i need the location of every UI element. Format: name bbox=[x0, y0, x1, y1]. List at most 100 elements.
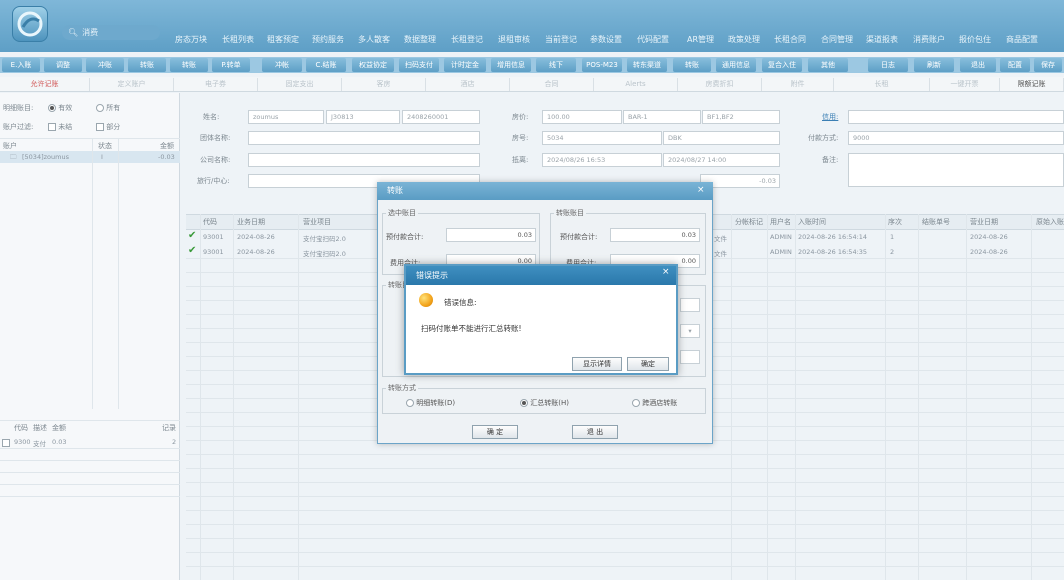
row-code: 93001 bbox=[203, 233, 224, 241]
close-icon[interactable]: × bbox=[697, 185, 705, 195]
pay-field[interactable]: 9000 bbox=[848, 131, 1064, 145]
tab-long-stay[interactable]: 长租 bbox=[834, 78, 930, 91]
toolbar-button[interactable]: 复合入住 bbox=[762, 58, 802, 72]
menu-item[interactable]: 商品配置 bbox=[1006, 34, 1038, 45]
toolbar-button[interactable]: E.入账 bbox=[2, 58, 40, 72]
toolbar-button[interactable]: 保存 bbox=[1034, 58, 1062, 72]
toolbar-button[interactable]: 转东渠道 bbox=[627, 58, 667, 72]
menu-item[interactable]: 政策处理 bbox=[728, 34, 760, 45]
id-field[interactable]: J30813 bbox=[326, 110, 400, 124]
menu-item[interactable]: 多人散客 bbox=[358, 34, 390, 45]
mode-summary-radio[interactable]: 汇总转账(H) bbox=[520, 398, 569, 408]
row-user: ADMIN bbox=[770, 248, 792, 256]
bottom-row-checkbox[interactable] bbox=[2, 438, 10, 447]
target-dropdown[interactable]: ▾ bbox=[680, 324, 700, 338]
show-details-button[interactable]: 显示详情 bbox=[572, 357, 622, 371]
toolbar-button[interactable]: 配置 bbox=[1000, 58, 1030, 72]
toolbar-button[interactable]: C.结账 bbox=[306, 58, 346, 72]
room-field[interactable]: 5034 bbox=[542, 131, 662, 145]
menu-item[interactable]: 当前登记 bbox=[545, 34, 577, 45]
tab-room[interactable]: 客房 bbox=[342, 78, 426, 91]
menu-item[interactable]: 租客预定 bbox=[267, 34, 299, 45]
target-field-1[interactable] bbox=[680, 298, 700, 312]
menu-item[interactable]: 渠道报表 bbox=[866, 34, 898, 45]
close-icon[interactable]: × bbox=[662, 267, 670, 277]
toolbar-button[interactable]: 退出 bbox=[960, 58, 996, 72]
tab-rate-discount[interactable]: 房费折扣 bbox=[678, 78, 762, 91]
toolbar-button[interactable]: 冲账 bbox=[86, 58, 124, 72]
menu-item[interactable]: 长租列表 bbox=[222, 34, 254, 45]
target-prepay-field[interactable]: 0.03 bbox=[610, 228, 700, 242]
col-business-date: 业务日期 bbox=[237, 218, 265, 226]
tab-alerts[interactable]: Alerts bbox=[594, 78, 678, 91]
menu-item[interactable]: 代码配置 bbox=[637, 34, 669, 45]
menu-item[interactable]: AR管理 bbox=[687, 34, 714, 45]
menu-item[interactable]: 长租合同 bbox=[774, 34, 806, 45]
search-input[interactable]: 🔍︎ 消费 bbox=[62, 25, 160, 40]
toolbar-button[interactable]: POS-M23 bbox=[582, 58, 622, 72]
toolbar-button[interactable]: 转账 bbox=[673, 58, 711, 72]
row-time: 2024-08-26 16:54:14 bbox=[798, 233, 868, 241]
tab-ecoupon[interactable]: 电子券 bbox=[174, 78, 258, 91]
group-field[interactable] bbox=[248, 131, 480, 145]
menu-item[interactable]: 房态万块 bbox=[175, 34, 207, 45]
toolbar-button[interactable]: 扫码支付 bbox=[399, 58, 439, 72]
name-field[interactable]: zoumus bbox=[248, 110, 324, 124]
partial-checkbox[interactable]: 部分 bbox=[96, 122, 120, 132]
filter-all-radio[interactable]: 所有 bbox=[96, 103, 120, 113]
menu-item[interactable]: 消费账户 bbox=[913, 34, 945, 45]
menu-item[interactable]: 预约服务 bbox=[312, 34, 344, 45]
credit-field[interactable] bbox=[848, 110, 1064, 124]
rate-code-field[interactable]: BAR-1 bbox=[623, 110, 701, 124]
toolbar-button[interactable]: 增用信息 bbox=[491, 58, 531, 72]
tab-limit-posting[interactable]: 限额记账 bbox=[1000, 78, 1064, 91]
mode-cross-radio[interactable]: 跨酒店转账 bbox=[632, 398, 677, 408]
remark-field[interactable] bbox=[848, 153, 1064, 187]
filter-valid-radio[interactable]: 有效 bbox=[48, 103, 72, 113]
arrival-field[interactable]: 2024/08/26 16:53 bbox=[542, 153, 662, 167]
error-ok-button[interactable]: 确定 bbox=[627, 357, 669, 371]
rate-field[interactable]: 100.00 bbox=[542, 110, 622, 124]
toolbar-button[interactable]: 刷新 bbox=[914, 58, 954, 72]
error-dialog-title: 错误提示 bbox=[406, 266, 676, 285]
credit-link[interactable]: 信用: bbox=[822, 112, 838, 122]
toolbar-button[interactable]: P.转单 bbox=[212, 58, 250, 72]
toolbar-button[interactable]: 调整 bbox=[44, 58, 82, 72]
transfer-ok-button[interactable]: 确 定 bbox=[472, 425, 518, 439]
prepay-field[interactable]: 0.03 bbox=[446, 228, 536, 242]
tab-hotel[interactable]: 酒店 bbox=[426, 78, 510, 91]
toolbar-button[interactable]: 其他 bbox=[808, 58, 848, 72]
toolbar-button[interactable]: 日志 bbox=[868, 58, 908, 72]
menu-item[interactable]: 报价包住 bbox=[959, 34, 991, 45]
prepay-label: 预付款合计: bbox=[386, 233, 424, 241]
toolbar-button[interactable]: 转账 bbox=[128, 58, 166, 72]
toolbar-button[interactable]: 冲帐 bbox=[262, 58, 302, 72]
room-type-field[interactable]: DBK bbox=[663, 131, 780, 145]
tab-invoice[interactable]: 一键开票 bbox=[930, 78, 1000, 91]
package-field[interactable]: BF1,BF2 bbox=[702, 110, 780, 124]
bottom-col-records: 记录 bbox=[162, 424, 176, 432]
tab-fixed-charge[interactable]: 固定支出 bbox=[258, 78, 342, 91]
toolbar-button[interactable]: 计时定金 bbox=[444, 58, 486, 72]
menu-item[interactable]: 合同管理 bbox=[821, 34, 853, 45]
departure-field[interactable]: 2024/08/27 14:00 bbox=[663, 153, 780, 167]
toolbar-button[interactable]: 转账 bbox=[170, 58, 208, 72]
menu-item[interactable]: 长租登记 bbox=[451, 34, 483, 45]
tab-define-account[interactable]: 定义账户 bbox=[90, 78, 174, 91]
transfer-exit-button[interactable]: 退 出 bbox=[572, 425, 618, 439]
mode-detail-radio[interactable]: 明细转账(D) bbox=[406, 398, 455, 408]
tab-attachment[interactable]: 附件 bbox=[762, 78, 834, 91]
unsettled-checkbox[interactable]: 未结 bbox=[48, 122, 72, 132]
menu-item[interactable]: 数据整理 bbox=[404, 34, 436, 45]
menu-item[interactable]: 退租审核 bbox=[498, 34, 530, 45]
menu-item[interactable]: 参数设置 bbox=[590, 34, 622, 45]
tab-allow-posting[interactable]: 允许记账 bbox=[0, 78, 90, 91]
toolbar-button[interactable]: 线下 bbox=[536, 58, 576, 72]
bottom-row-amount: 0.03 bbox=[52, 438, 67, 446]
toolbar-button[interactable]: 权益协定 bbox=[352, 58, 394, 72]
company-field[interactable] bbox=[248, 153, 480, 167]
toolbar-button[interactable]: 通用信息 bbox=[716, 58, 756, 72]
booking-field[interactable]: 2408260001 bbox=[402, 110, 480, 124]
tab-contract[interactable]: 合同 bbox=[510, 78, 594, 91]
target-field-2[interactable] bbox=[680, 350, 700, 364]
